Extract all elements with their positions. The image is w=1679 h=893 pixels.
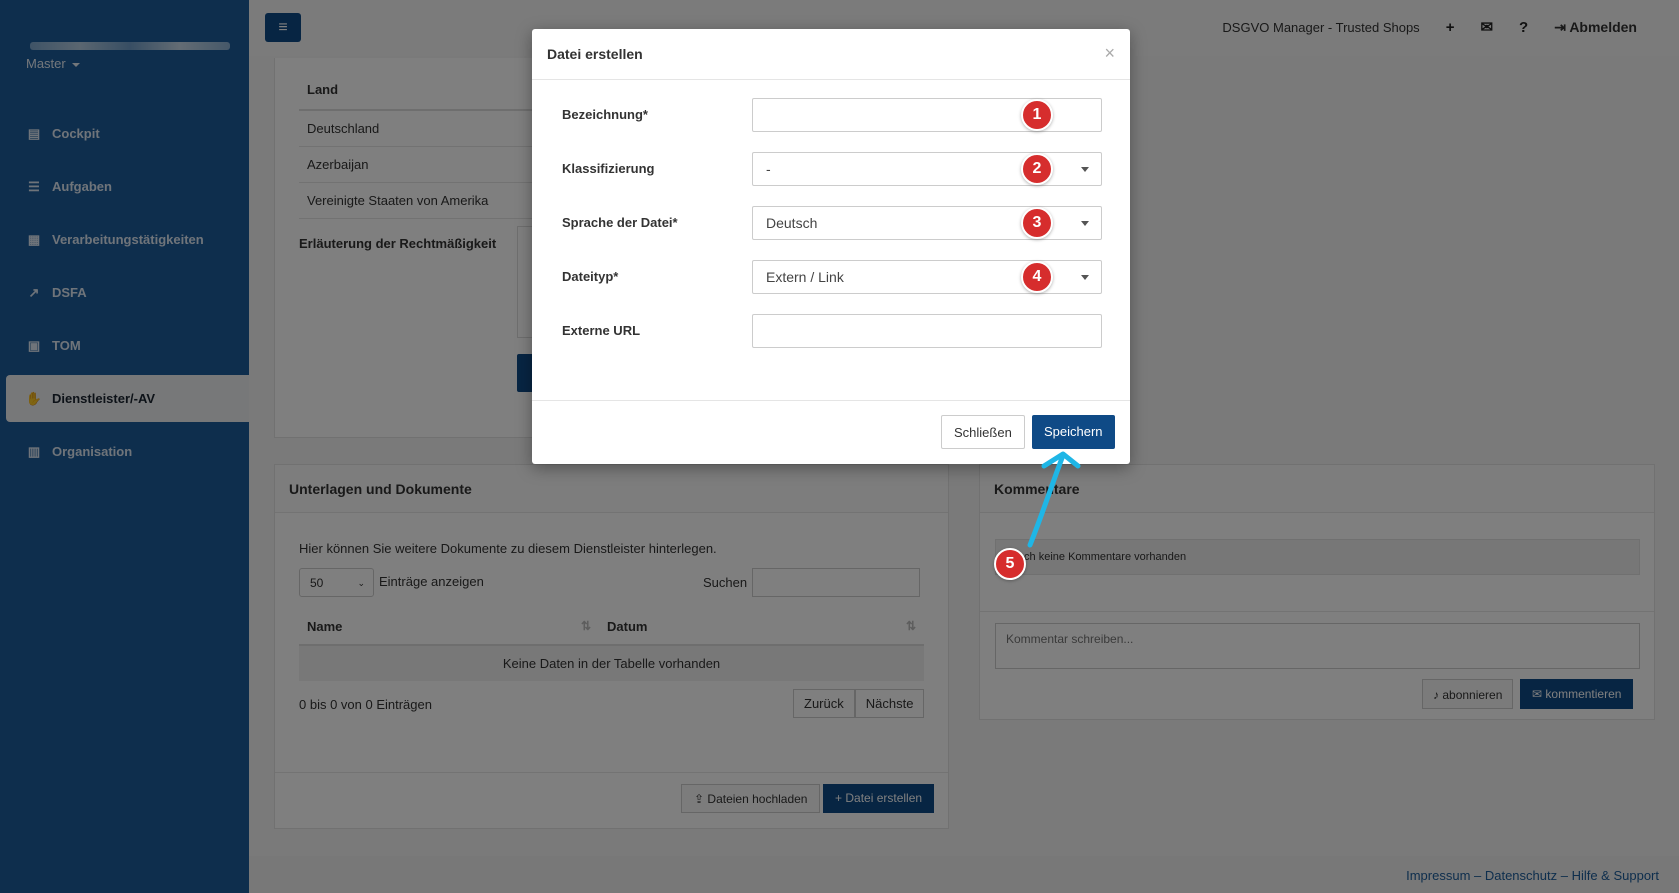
caret-down-icon	[1081, 275, 1089, 280]
select-value: -	[766, 161, 771, 177]
step-marker-3: 3	[1021, 207, 1053, 239]
caret-down-icon	[1081, 221, 1089, 226]
save-button[interactable]: Speichern	[1032, 415, 1115, 449]
close-icon[interactable]: ×	[1104, 43, 1115, 64]
select-value: Extern / Link	[766, 269, 844, 285]
step-marker-4: 4	[1021, 261, 1053, 293]
field-label: Sprache der Datei*	[562, 215, 678, 230]
field-label: Dateityp*	[562, 269, 619, 284]
field-label: Klassifizierung	[562, 161, 655, 176]
select-value: Deutsch	[766, 215, 818, 231]
caret-down-icon	[1081, 167, 1089, 172]
field-externe-url: Externe URL	[562, 314, 1102, 348]
externe-url-input[interactable]	[752, 314, 1102, 348]
step-marker-2: 2	[1021, 153, 1053, 185]
field-label: Bezeichnung*	[562, 107, 648, 122]
modal-title: Datei erstellen	[532, 29, 1130, 80]
field-label: Externe URL	[562, 323, 641, 338]
step-marker-5: 5	[994, 548, 1026, 580]
close-button[interactable]: Schließen	[941, 415, 1025, 449]
create-file-modal: Datei erstellen × Bezeichnung* Klassifiz…	[532, 29, 1130, 464]
step-marker-1: 1	[1021, 99, 1053, 131]
modal-footer: Schließen Speichern	[532, 400, 1130, 464]
